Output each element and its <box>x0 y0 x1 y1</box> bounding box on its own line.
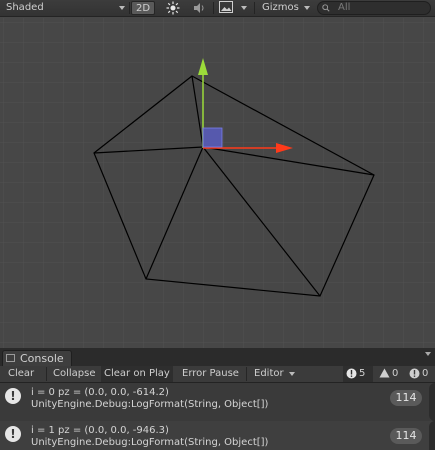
error-pause-toggle[interactable]: Error Pause <box>179 366 242 382</box>
collapse-toggle[interactable]: Collapse <box>50 366 99 382</box>
sun-icon <box>166 1 180 15</box>
clear-label: Clear <box>8 368 35 379</box>
chevron-down-icon <box>119 6 125 10</box>
draw-mode-dropdown[interactable]: Shaded <box>6 1 126 15</box>
console-icon <box>6 354 15 362</box>
console-toolbar: Clear Collapse Clear on Play Error Pause… <box>0 366 435 383</box>
2d-label: 2D <box>136 3 151 14</box>
log-entry[interactable]: ! i = 0 pz = (0.0, 0.0, -614.2) UnityEng… <box>0 383 435 421</box>
toolbar-divider <box>213 2 214 14</box>
log-filter-toggle[interactable]: 5 <box>343 366 373 382</box>
info-icon <box>346 368 357 378</box>
console-tab-bar: Console <box>0 348 435 366</box>
editor-dropdown[interactable]: Editor <box>251 366 297 382</box>
audio-toggle-button[interactable] <box>192 1 210 15</box>
error-icon <box>409 368 420 378</box>
log-stacktrace: UnityEngine.Debug:LogFormat(String, Obje… <box>31 399 269 410</box>
search-placeholder: All <box>338 2 351 13</box>
collapse-count-badge: 114 <box>390 390 422 406</box>
scrollbar[interactable] <box>429 421 435 450</box>
log-count: 5 <box>359 368 366 379</box>
warning-count: 0 <box>392 368 399 379</box>
toolbar-divider <box>254 2 255 14</box>
chevron-down-icon <box>304 6 310 10</box>
log-entry[interactable]: ! i = 1 pz = (0.0, 0.0, -946.3) UnityEng… <box>0 421 435 450</box>
console-tab-label: Console <box>20 352 64 365</box>
toolbar-divider <box>46 367 47 381</box>
collapse-label: Collapse <box>53 368 96 379</box>
2d-toggle-button[interactable]: 2D <box>131 1 156 15</box>
scene-grid <box>0 18 435 348</box>
scene-viewport[interactable] <box>0 18 435 348</box>
draw-mode-label: Shaded <box>6 2 44 13</box>
log-stacktrace: UnityEngine.Debug:LogFormat(String, Obje… <box>31 437 269 448</box>
gizmos-dropdown[interactable]: Gizmos <box>262 1 312 15</box>
console-log-list[interactable]: ! i = 0 pz = (0.0, 0.0, -614.2) UnityEng… <box>0 383 435 450</box>
scrollbar[interactable] <box>429 383 435 421</box>
warning-icon <box>379 368 390 378</box>
audio-icon <box>194 3 204 13</box>
lighting-toggle-button[interactable] <box>166 1 184 15</box>
collapse-count-badge: 114 <box>390 428 422 444</box>
chevron-down-icon <box>241 6 247 10</box>
log-message: i = 1 pz = (0.0, 0.0, -946.3) <box>31 425 169 436</box>
toolbar-divider <box>129 2 130 14</box>
editor-label: Editor <box>254 368 284 379</box>
toolbar-divider <box>246 367 247 381</box>
info-icon: ! <box>5 426 21 442</box>
hierarchy-search-field[interactable]: All <box>317 1 431 15</box>
xy-plane-handle[interactable] <box>202 127 223 148</box>
gizmos-label: Gizmos <box>262 2 299 13</box>
clear-button[interactable]: Clear <box>5 366 37 382</box>
image-icon <box>219 1 233 13</box>
info-icon: ! <box>5 388 21 404</box>
error-filter-toggle[interactable]: 0 <box>409 366 428 382</box>
search-icon <box>322 4 330 12</box>
clear-on-play-toggle[interactable]: Clear on Play <box>101 366 173 382</box>
error-count: 0 <box>422 368 429 379</box>
scene-toolbar: Shaded 2D Gizmos All <box>0 0 435 17</box>
error-pause-label: Error Pause <box>182 368 239 379</box>
tab-console[interactable]: Console <box>2 350 72 366</box>
panel-menu-icon[interactable] <box>425 352 431 356</box>
chevron-down-icon <box>289 372 295 376</box>
effects-dropdown[interactable] <box>219 1 249 15</box>
log-message: i = 0 pz = (0.0, 0.0, -614.2) <box>31 387 169 398</box>
warning-filter-toggle[interactable]: 0 <box>379 366 398 382</box>
clear-on-play-label: Clear on Play <box>104 368 170 379</box>
